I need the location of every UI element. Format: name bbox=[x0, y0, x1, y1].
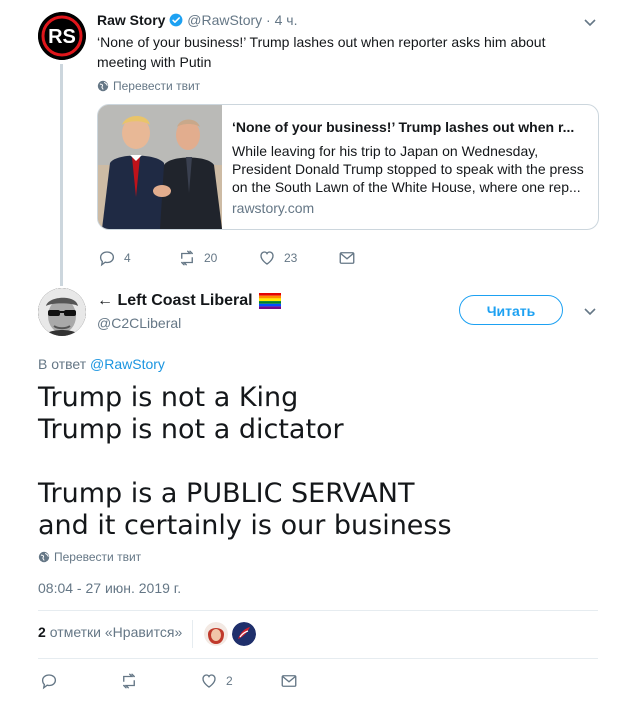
main-tweet-text: Trump is not a King Trump is not a dicta… bbox=[38, 382, 598, 542]
reply-icon bbox=[99, 251, 115, 267]
card-description: While leaving for his trip to Japan on W… bbox=[232, 143, 584, 195]
reply-button[interactable]: 4 bbox=[98, 249, 131, 267]
direct-message-button[interactable] bbox=[280, 672, 298, 690]
globe-icon bbox=[97, 80, 109, 92]
likes-label: отметки «Нравится» bbox=[49, 624, 183, 640]
link-preview-card[interactable]: ‘None of your business!’ Trump lashes ou… bbox=[97, 104, 599, 230]
parent-tweet-header: Raw Story @RawStory · 4 ч. bbox=[97, 12, 297, 28]
translate-tweet-link[interactable]: Перевести твит bbox=[97, 79, 200, 93]
parent-tweet-text: ‘None of your business!’ Trump lashes ou… bbox=[97, 34, 546, 70]
liker-avatar[interactable] bbox=[232, 622, 256, 646]
follow-button[interactable]: Читать bbox=[459, 295, 563, 325]
retweet-button[interactable] bbox=[120, 672, 138, 690]
divider bbox=[38, 610, 598, 611]
retweet-button[interactable]: 20 bbox=[178, 249, 217, 267]
tweet-time[interactable]: · 4 ч. bbox=[266, 12, 297, 28]
translate-label[interactable]: Перевести твит bbox=[113, 79, 200, 93]
tweet-line: and it certainly is our business bbox=[38, 510, 452, 541]
card-domain: rawstory.com bbox=[232, 200, 315, 216]
liker-avatar[interactable] bbox=[204, 622, 228, 646]
translate-label[interactable]: Перевести твит bbox=[54, 550, 141, 564]
tweet-line: Trump is not a King bbox=[38, 382, 299, 413]
globe-icon bbox=[38, 551, 50, 563]
like-icon bbox=[260, 251, 274, 265]
retweet-icon bbox=[123, 673, 135, 689]
left-coast-liberal-avatar[interactable] bbox=[38, 288, 86, 336]
reply-icon bbox=[41, 674, 57, 690]
card-title[interactable]: ‘None of your business!’ Trump lashes ou… bbox=[232, 119, 586, 135]
divider bbox=[38, 658, 598, 659]
tweet-line: Trump is not a dictator bbox=[38, 414, 344, 445]
author-name[interactable]: ← Left Coast Liberal bbox=[97, 292, 253, 310]
likes-count: 2 bbox=[38, 624, 46, 640]
reply-button[interactable] bbox=[40, 672, 58, 690]
like-button[interactable]: 23 bbox=[258, 249, 297, 267]
author-name[interactable]: Raw Story bbox=[97, 12, 165, 28]
tweet-menu-chevron-icon[interactable] bbox=[582, 14, 598, 30]
avatar-logo-text: RS bbox=[48, 26, 76, 48]
tweet-timestamp[interactable]: 08:04 - 27 июн. 2019 г. bbox=[38, 580, 181, 596]
card-image-trump-putin-handshake bbox=[98, 105, 222, 229]
tweet-line: Trump is a PUBLIC SERVANT bbox=[38, 478, 415, 509]
like-button[interactable]: 2 bbox=[200, 672, 233, 690]
tweet-menu-chevron-icon[interactable] bbox=[582, 303, 598, 319]
author-handle[interactable]: @RawStory bbox=[187, 12, 262, 28]
direct-message-button[interactable] bbox=[338, 249, 356, 267]
tweet-line bbox=[38, 446, 598, 478]
divider bbox=[192, 620, 193, 648]
reply-count: 4 bbox=[124, 251, 131, 265]
rainbow-flag-icon bbox=[258, 293, 281, 309]
retweet-icon bbox=[181, 250, 193, 266]
likes-summary-link[interactable]: 2 отметки «Нравится» bbox=[38, 624, 182, 640]
like-count: 2 bbox=[226, 674, 233, 688]
message-icon bbox=[281, 675, 297, 687]
author-name-row: ← Left Coast Liberal bbox=[97, 292, 281, 310]
reply-context: В ответ @RawStory bbox=[38, 356, 165, 372]
rawstory-avatar[interactable]: RS bbox=[38, 12, 86, 60]
translate-tweet-link[interactable]: Перевести твит bbox=[38, 550, 141, 564]
message-icon bbox=[339, 252, 355, 264]
retweet-count: 20 bbox=[204, 251, 218, 265]
thread-connector-line bbox=[60, 64, 63, 286]
reply-to-handle-link[interactable]: @RawStory bbox=[90, 356, 165, 372]
like-count: 23 bbox=[284, 251, 298, 265]
reply-prefix: В ответ bbox=[38, 356, 87, 372]
author-handle[interactable]: @C2CLiberal bbox=[97, 315, 181, 331]
like-icon bbox=[202, 674, 216, 688]
verified-icon bbox=[169, 13, 183, 27]
